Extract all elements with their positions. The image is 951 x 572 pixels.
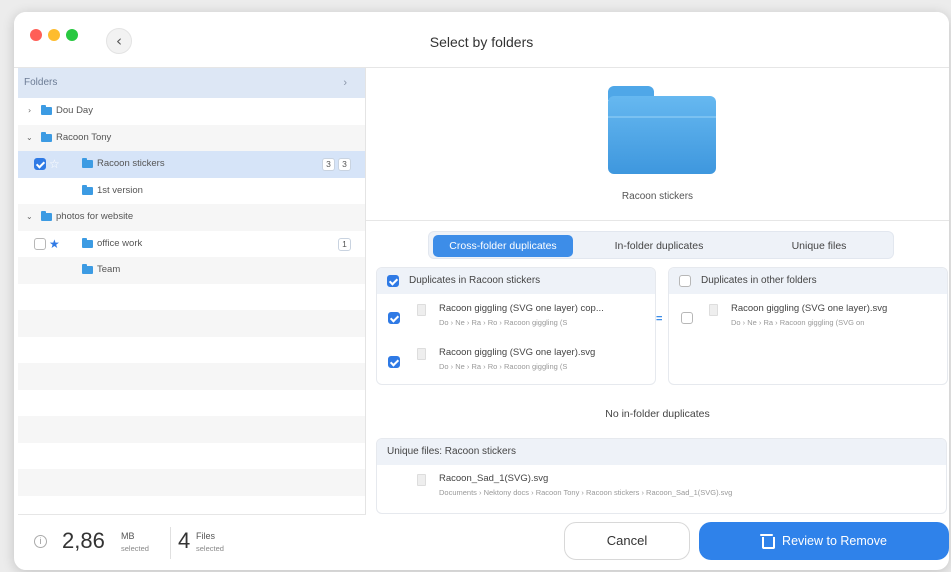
panel-title: Duplicates in Racoon stickers xyxy=(409,275,541,286)
title-bar: ‹ Select by folders xyxy=(14,12,949,68)
sidebar-item-label: Team xyxy=(97,264,121,275)
count-badge: 1 xyxy=(338,237,351,251)
item-checkbox[interactable] xyxy=(388,356,400,368)
empty-row xyxy=(18,363,365,390)
equals-icon: = xyxy=(656,313,663,325)
star-filled-icon[interactable]: ★ xyxy=(49,231,60,258)
sidebar-item-label: Racoon stickers xyxy=(97,158,165,169)
selected-files-caption: selected xyxy=(196,544,224,553)
list-item[interactable]: Racoon giggling (SVG one layer).svg Do ›… xyxy=(669,298,947,336)
panel-header: Duplicates in Racoon stickers xyxy=(377,268,655,294)
tab-cross-folder-duplicates[interactable]: Cross-folder duplicates xyxy=(433,235,573,257)
sidebar-item-label: 1st version xyxy=(97,184,143,196)
preview-folder-name: Racoon stickers xyxy=(621,191,694,202)
window-title: Select by folders xyxy=(429,34,534,50)
file-icon xyxy=(417,304,426,316)
file-path: Do › Ne › Ra › Racoon giggling (SVG on xyxy=(731,318,865,327)
cancel-button[interactable]: Cancel xyxy=(564,522,690,560)
list-item[interactable]: Racoon giggling (SVG one layer).svg Do ›… xyxy=(377,342,655,380)
sidebar-item-racoon-tony[interactable]: ⌄ Racoon Tony xyxy=(18,124,365,152)
folder-icon xyxy=(82,158,93,168)
folder-icon xyxy=(41,211,52,221)
star-outline-icon[interactable]: ☆ xyxy=(49,151,60,178)
selected-files-unit: Files xyxy=(196,531,216,541)
view-tabs: Cross-folder duplicates In-folder duplic… xyxy=(428,231,894,259)
tab-unique-files[interactable]: Unique files xyxy=(749,235,889,257)
file-icon xyxy=(709,304,718,316)
sidebar-item-1st-version[interactable]: 1st version xyxy=(18,178,365,205)
empty-row xyxy=(18,310,365,337)
collapse-chevron-icon[interactable]: ⌄ xyxy=(26,204,33,231)
sidebar-item-label: Dou Day xyxy=(56,105,93,116)
empty-row xyxy=(18,390,365,417)
unique-files-panel: Unique files: Racoon stickers Racoon_Sad… xyxy=(376,438,947,514)
sidebar-item-label: office work xyxy=(97,237,143,249)
folder-preview-icon xyxy=(608,86,716,174)
count-badge: 3 xyxy=(338,158,351,171)
empty-row xyxy=(18,416,365,443)
selected-size-value: 2,86 xyxy=(62,528,105,553)
duplicates-other-folders-panel: Duplicates in other folders Racoon giggl… xyxy=(668,267,948,385)
sidebar-item-label: photos for website xyxy=(56,211,134,222)
folder-icon xyxy=(82,184,93,195)
select-all-checkbox[interactable] xyxy=(387,275,399,287)
list-item[interactable]: Racoon_Sad_1(SVG).svg Documents › Nekton… xyxy=(377,468,946,506)
sidebar-item-office-work[interactable]: ★ office work 1 xyxy=(18,231,365,258)
selection-summary: i 2,86 MB selected 4 Files selected xyxy=(18,514,366,570)
folders-header-label: Folders xyxy=(24,77,58,88)
file-name: Racoon giggling (SVG one layer).svg xyxy=(731,303,888,314)
list-item[interactable]: Racoon giggling (SVG one layer) cop... D… xyxy=(377,298,655,336)
folders-sidebar: Folders › › Dou Day ⌄ Racoon Tony ☆ Raco… xyxy=(18,68,366,514)
select-all-checkbox[interactable] xyxy=(679,275,691,287)
file-name: Racoon_Sad_1(SVG).svg xyxy=(439,473,549,484)
file-icon xyxy=(417,474,426,486)
chevron-right-icon[interactable]: › xyxy=(343,68,347,98)
app-window: ‹ Select by folders Folders › › Dou Day … xyxy=(14,12,949,570)
empty-row xyxy=(18,443,365,470)
divider xyxy=(170,527,171,559)
empty-row xyxy=(18,284,365,311)
item-checkbox[interactable] xyxy=(388,312,400,324)
panel-header: Duplicates in other folders xyxy=(669,268,947,294)
file-path: Documents › Nektony docs › Racoon Tony ›… xyxy=(439,488,733,497)
trash-icon xyxy=(760,534,776,550)
empty-row xyxy=(18,469,365,496)
file-name: Racoon giggling (SVG one layer).svg xyxy=(439,347,596,358)
file-name: Racoon giggling (SVG one layer) cop... xyxy=(439,303,604,314)
sidebar-item-dou-day[interactable]: › Dou Day xyxy=(18,98,365,125)
folder-checkbox[interactable] xyxy=(34,237,46,250)
main-content: Racoon stickers Cross-folder duplicates … xyxy=(366,68,949,570)
sidebar-item-label: Racoon Tony xyxy=(56,131,112,143)
folder-icon xyxy=(41,105,52,115)
sidebar-item-team[interactable]: Team xyxy=(18,257,365,284)
selected-size-unit: MB xyxy=(121,531,135,541)
info-icon[interactable]: i xyxy=(34,535,47,548)
item-checkbox[interactable] xyxy=(681,312,693,324)
duplicates-in-folder-panel: Duplicates in Racoon stickers Racoon gig… xyxy=(376,267,656,385)
folders-header[interactable]: Folders › xyxy=(18,68,365,98)
panel-title: Unique files: Racoon stickers xyxy=(377,439,946,465)
divider xyxy=(366,220,949,221)
tab-in-folder-duplicates[interactable]: In-folder duplicates xyxy=(589,235,729,257)
review-button-label: Review to Remove xyxy=(782,534,887,548)
sidebar-item-racoon-stickers[interactable]: ☆ Racoon stickers 3 3 xyxy=(18,151,365,178)
count-badge: 3 xyxy=(322,158,335,171)
file-path: Do › Ne › Ra › Ro › Racoon giggling (S xyxy=(439,318,568,327)
panel-title: Duplicates in other folders xyxy=(701,275,817,286)
folder-icon xyxy=(41,131,52,142)
collapse-chevron-icon[interactable]: ⌄ xyxy=(26,125,33,152)
no-in-folder-duplicates-text: No in-folder duplicates xyxy=(605,408,710,420)
empty-row xyxy=(18,337,365,364)
folder-icon xyxy=(82,237,93,248)
folder-icon xyxy=(82,264,93,274)
file-icon xyxy=(417,348,426,360)
folder-checkbox[interactable] xyxy=(34,158,46,170)
selected-files-value: 4 xyxy=(178,528,191,553)
selected-size-caption: selected xyxy=(121,544,149,553)
review-to-remove-button[interactable]: Review to Remove xyxy=(699,522,949,560)
file-path: Do › Ne › Ra › Ro › Racoon giggling (S xyxy=(439,362,568,371)
expand-chevron-icon[interactable]: › xyxy=(28,98,31,125)
sidebar-item-photos-for-website[interactable]: ⌄ photos for website xyxy=(18,204,365,231)
